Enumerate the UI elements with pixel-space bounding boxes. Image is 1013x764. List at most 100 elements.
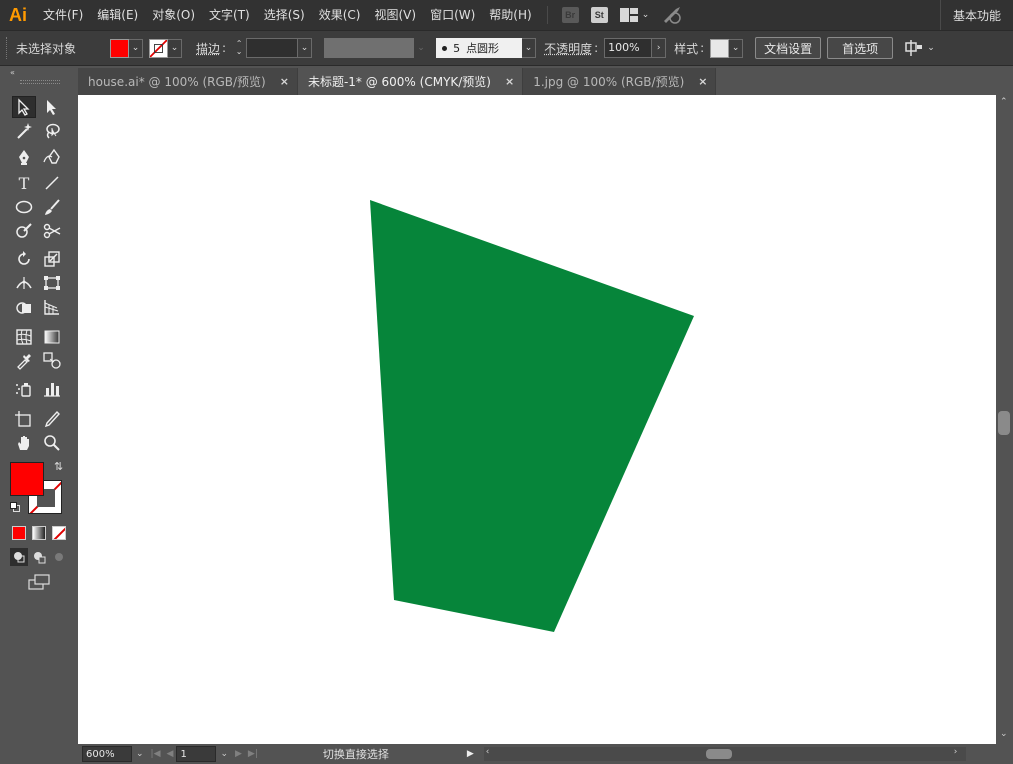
color-mode-button[interactable] [12, 526, 26, 540]
stroke-label[interactable]: 描边 [196, 40, 220, 57]
stroke-weight-input[interactable] [246, 38, 299, 58]
default-fill-stroke-icon[interactable] [10, 502, 20, 512]
shape-builder-tool[interactable] [12, 296, 36, 318]
close-icon[interactable]: × [505, 75, 514, 88]
fill-color-dropdown[interactable]: ⌄ [110, 38, 143, 58]
vertical-scroll-thumb[interactable] [998, 411, 1010, 435]
width-tool[interactable] [12, 272, 36, 294]
opacity-label[interactable]: 不透明度 [544, 40, 592, 57]
first-artboard-icon[interactable]: |◀ [151, 749, 161, 759]
blend-tool[interactable] [40, 350, 64, 372]
arrange-documents-button[interactable]: ⌄ [619, 0, 649, 30]
stroke-color-dropdown[interactable]: ⌄ [149, 38, 182, 58]
curvature-tool[interactable] [40, 146, 64, 168]
preferences-button[interactable]: 首选项 [827, 37, 894, 59]
none-mode-button[interactable] [52, 526, 66, 540]
perspective-grid-tool[interactable] [40, 296, 64, 318]
ellipse-tool[interactable] [12, 196, 36, 218]
selection-tool[interactable] [12, 96, 37, 118]
scroll-down-icon[interactable]: ⌄ [1000, 729, 1008, 739]
draw-inside-button[interactable] [50, 548, 68, 566]
green-quadrilateral[interactable] [370, 200, 694, 632]
swap-fill-stroke-icon[interactable]: ⇅ [54, 460, 63, 473]
chevron-down-icon[interactable]: ⌄ [136, 749, 144, 759]
paintbrush-tool[interactable] [40, 196, 64, 218]
chevron-right-icon[interactable]: › [652, 38, 667, 58]
draw-normal-icon [14, 552, 25, 563]
panel-grip[interactable] [6, 37, 10, 59]
type-tool[interactable]: T [12, 172, 36, 194]
column-graph-tool[interactable] [40, 378, 64, 400]
gradient-tool[interactable] [40, 326, 64, 348]
menu-window[interactable]: 窗口(W) [423, 0, 482, 30]
stroke-weight-field[interactable]: ⌃ ⌄ ⌄ [232, 38, 313, 58]
next-artboard-icon[interactable]: ▶ [235, 749, 242, 759]
gpu-performance-button[interactable] [661, 0, 683, 30]
close-icon[interactable]: × [280, 75, 289, 88]
scale-tool[interactable] [40, 248, 64, 270]
tab-house[interactable]: house.ai* @ 100% (RGB/预览) × [78, 68, 298, 95]
width-tool-icon [16, 277, 32, 289]
previous-artboard-icon[interactable]: ◀ [167, 749, 174, 759]
menu-effect[interactable]: 效果(C) [312, 0, 368, 30]
status-menu-arrow-icon[interactable]: ▶ [467, 749, 474, 759]
vertical-scrollbar[interactable]: ⌃ ⌄ [996, 95, 1013, 744]
horizontal-scrollbar[interactable]: ‹ › [483, 747, 966, 761]
magic-wand-tool[interactable] [12, 120, 36, 142]
direct-selection-tool[interactable] [40, 96, 64, 118]
last-artboard-icon[interactable]: ▶| [248, 749, 258, 759]
chevron-down-icon[interactable]: ⌄ [220, 749, 228, 759]
symbol-sprayer-tool[interactable] [12, 378, 36, 400]
mesh-tool[interactable] [12, 326, 36, 348]
brush-definition-dropdown[interactable]: 5 点圆形 ⌄ [436, 38, 537, 58]
menu-object[interactable]: 对象(O) [145, 0, 202, 30]
opacity-input[interactable]: 100% [604, 38, 653, 58]
menu-edit[interactable]: 编辑(E) [90, 0, 145, 30]
menu-file[interactable]: 文件(F) [36, 0, 90, 30]
chevron-down-icon[interactable]: ⌄ [298, 38, 313, 58]
artboard-number-field[interactable]: 1 [176, 746, 217, 762]
gradient-mode-button[interactable] [32, 526, 46, 540]
align-options-button[interactable]: ⌄ [905, 40, 935, 56]
screen-mode-button[interactable] [28, 574, 52, 593]
scroll-left-icon[interactable]: ‹ [486, 747, 490, 757]
eyedropper-tool[interactable] [12, 350, 36, 372]
zoom-level-field[interactable]: 600% [82, 746, 132, 762]
slice-tool[interactable] [40, 408, 64, 430]
scissors-tool[interactable] [40, 220, 64, 242]
fill-swatch[interactable] [10, 462, 44, 496]
menu-help[interactable]: 帮助(H) [482, 0, 538, 30]
document-setup-button[interactable]: 文档设置 [755, 37, 822, 59]
artboard-tool[interactable] [12, 408, 36, 430]
pen-tool[interactable] [12, 146, 36, 168]
hand-tool[interactable] [12, 432, 36, 454]
draw-normal-button[interactable] [10, 548, 28, 566]
panel-grip[interactable] [20, 80, 60, 84]
stock-button[interactable]: St [590, 0, 608, 30]
close-icon[interactable]: × [698, 75, 707, 88]
stepper-icon[interactable]: ⌃ ⌄ [232, 38, 246, 58]
scroll-up-icon[interactable]: ⌃ [1000, 97, 1008, 107]
menu-type[interactable]: 文字(T) [202, 0, 257, 30]
menu-view[interactable]: 视图(V) [367, 0, 423, 30]
collapse-panel-icon[interactable]: « [0, 66, 78, 78]
free-transform-tool[interactable] [40, 272, 64, 294]
selection-status: 未选择对象 [16, 41, 77, 56]
graphic-style-dropdown[interactable]: ⌄ [710, 38, 744, 58]
variable-width-profile[interactable] [324, 38, 415, 58]
tab-1-jpg[interactable]: 1.jpg @ 100% (RGB/预览) × [523, 68, 717, 95]
gradient-icon [44, 330, 60, 344]
lasso-tool[interactable] [40, 120, 64, 142]
shaper-tool[interactable] [12, 220, 36, 242]
zoom-tool[interactable] [40, 432, 64, 454]
line-segment-tool[interactable] [40, 172, 64, 194]
tab-untitled-1[interactable]: 未标题-1* @ 600% (CMYK/预览) × [297, 68, 524, 95]
bridge-button[interactable]: Br [561, 0, 579, 30]
horizontal-scroll-thumb[interactable] [705, 749, 732, 759]
workspace-switcher[interactable]: 基本功能 [939, 0, 1013, 30]
draw-behind-button[interactable] [30, 548, 48, 566]
menu-select[interactable]: 选择(S) [257, 0, 312, 30]
rotate-tool[interactable] [12, 248, 36, 270]
scroll-right-icon[interactable]: › [954, 747, 958, 757]
artboard-canvas[interactable] [78, 95, 996, 744]
